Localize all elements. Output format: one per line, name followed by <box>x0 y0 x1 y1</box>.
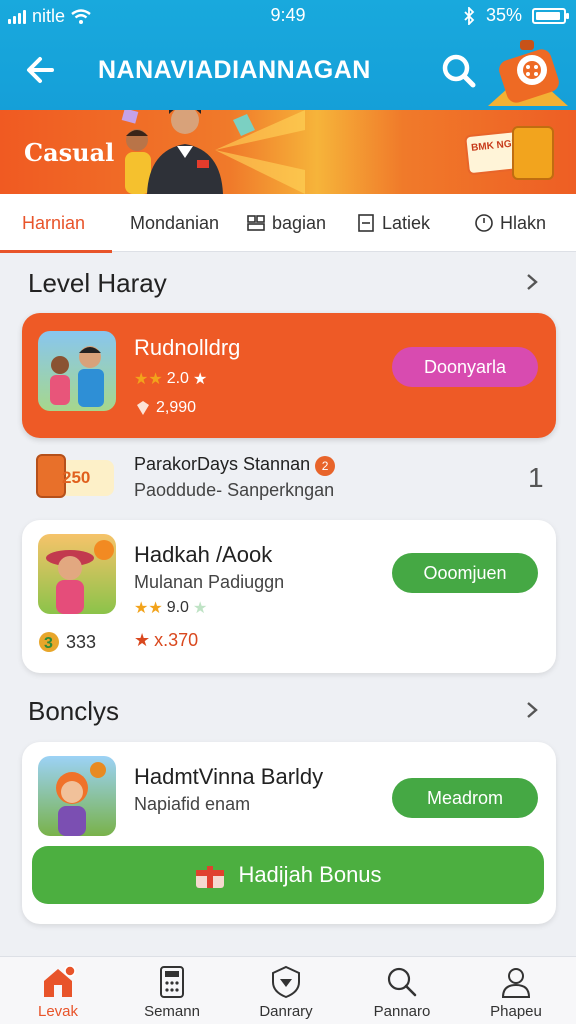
tab-latiek[interactable]: Latiek <box>356 194 430 252</box>
home-icon <box>44 965 76 997</box>
game-rating: ★★ 2.0 ★ <box>134 369 207 389</box>
ticket-row-count: 1 <box>528 462 544 493</box>
nav-label: Semann <box>144 1003 200 1020</box>
search-icon[interactable] <box>438 50 480 92</box>
clock-icon <box>475 214 493 232</box>
reward-b-value: x.370 <box>154 630 199 650</box>
promo-box-icon <box>512 126 554 180</box>
section-title-bonus: Bonclys <box>28 696 120 726</box>
profile-icon <box>501 968 531 998</box>
coin-value: 2,990 <box>156 399 197 416</box>
status-bar: nitle 9:49 35% <box>0 0 576 34</box>
rating-value: 2.0 <box>166 370 189 387</box>
bonus-subtitle: Napiafid enam <box>134 794 251 814</box>
app-bar: NANAVIADIANNAGAN <box>0 40 576 106</box>
app-title: NANAVIADIANNAGAN <box>98 56 371 84</box>
kids-illustration <box>50 346 104 407</box>
bottom-navigation: Levak Semann Danrary Pannaro Phapeu <box>0 956 576 1024</box>
button-label: Meadrom <box>426 787 504 808</box>
star-icon: ★ <box>192 371 208 388</box>
back-arrow-icon[interactable] <box>22 50 62 90</box>
gift-box-icon[interactable] <box>488 40 568 106</box>
bonus-claim-button[interactable]: Hadijah Bonus <box>32 846 544 904</box>
grid-icon <box>247 215 265 231</box>
shield-icon <box>272 965 300 999</box>
tab-label: bagian <box>272 213 327 233</box>
ticket-row-subtitle: Paoddude- Sanperkngan <box>134 480 335 500</box>
promo-banner[interactable]: Casual BMK NGER <box>0 110 576 194</box>
redhead-kid-illustration <box>56 762 106 836</box>
ticket-icon: 250 <box>36 454 116 498</box>
calculator-icon <box>160 966 184 998</box>
battery-percent: 35% <box>485 5 522 25</box>
tab-bagian[interactable]: bagian <box>246 194 326 252</box>
rating-value: 9.0 <box>166 599 189 616</box>
nav-item-phapeu[interactable]: Phapeu <box>466 965 566 1020</box>
nav-label: Danrary <box>259 1003 313 1020</box>
tab-label: Hlakn <box>500 213 547 233</box>
nav-item-danrary[interactable]: Danrary <box>236 965 336 1020</box>
category-tabs: Harnian Mondanian bagian Latiek Hlakn <box>0 194 576 252</box>
star-icon: ★★ <box>134 600 163 617</box>
game-title: Rudnolldrg <box>134 335 241 360</box>
star-icon: ★ <box>134 630 151 650</box>
game-card[interactable]: Hadkah /Aook Mulanan Padiuggn ★★ 9.0 ★ 3… <box>22 520 556 673</box>
chevron-right-icon[interactable] <box>522 700 542 720</box>
document-icon <box>358 214 374 232</box>
bonus-title: HadmtVinna Barldy <box>134 764 324 789</box>
game-rating: ★★ 9.0 ★ <box>134 598 207 618</box>
reward-b: ★ x.370 <box>134 630 198 651</box>
reward-a: 3 333 <box>36 630 96 654</box>
search-icon <box>387 967 417 997</box>
girl-with-hat-illustration <box>46 540 114 614</box>
level-badge: 2 <box>315 456 336 476</box>
battery-icon <box>532 7 569 24</box>
button-label: Ooomjuen <box>423 562 507 583</box>
tab-label: Latiek <box>382 213 431 233</box>
reward-a-value: 333 <box>66 631 97 652</box>
game-card-play-button[interactable]: Ooomjuen <box>392 553 538 593</box>
nav-item-semann[interactable]: Semann <box>122 965 222 1020</box>
banner-characters-illustration <box>121 110 305 194</box>
featured-play-button[interactable]: Doonyarla <box>392 347 538 387</box>
gift-icon <box>196 866 225 888</box>
bonus-card-button[interactable]: Meadrom <box>392 778 538 818</box>
star-icon: ★★ <box>134 371 163 388</box>
nav-item-levak[interactable]: Levak <box>8 965 108 1020</box>
tab-harnian[interactable]: Harnian <box>22 194 85 252</box>
app-header: nitle 9:49 35% NANAVIADIANNAGAN <box>0 0 576 110</box>
tab-label: Mondanian <box>130 213 220 233</box>
game-thumbnail <box>38 331 116 411</box>
chevron-right-icon[interactable] <box>522 272 542 292</box>
ticket-row[interactable]: 250 ParakorDays Stannan 2 Paoddude- Sanp… <box>22 448 556 512</box>
bluetooth-icon <box>464 6 475 25</box>
section-title-level: Level Haray <box>28 268 167 298</box>
star-icon: ★ <box>192 600 208 617</box>
tab-hlakn[interactable]: Hlakn <box>474 194 546 252</box>
ticket-value: 250 <box>62 468 91 487</box>
nav-label: Pannaro <box>373 1003 431 1020</box>
nav-item-pannaro[interactable]: Pannaro <box>352 965 452 1020</box>
game-subtitle: Mulanan Padiuggn <box>134 572 285 592</box>
tab-label: Harnian <box>22 213 86 233</box>
bonus-card[interactable]: HadmtVinna Barldy Napiafid enam Hadijah … <box>22 742 556 924</box>
coin-count: 2,990 <box>134 399 196 417</box>
trophy-icon: 3 <box>39 632 59 652</box>
svg-text:3: 3 <box>44 635 53 652</box>
ticket-row-title: ParakorDays Stannan 2 <box>134 454 336 476</box>
promo-badge[interactable]: BMK NGER <box>464 124 556 186</box>
game-thumbnail <box>38 534 116 614</box>
tab-mondanian[interactable]: Mondanian <box>130 194 219 252</box>
game-thumbnail <box>38 756 116 836</box>
bonus-button-label: Hadijah Bonus <box>238 862 382 887</box>
nav-label: Phapeu <box>490 1003 542 1020</box>
ticket-row-name: ParakorDays Stannan <box>134 454 311 474</box>
nav-label: Levak <box>37 1003 79 1020</box>
banner-label: Casual <box>24 138 115 167</box>
game-title: Hadkah /Aook <box>134 542 273 567</box>
active-tab-indicator <box>0 250 112 253</box>
gem-icon <box>137 401 149 415</box>
